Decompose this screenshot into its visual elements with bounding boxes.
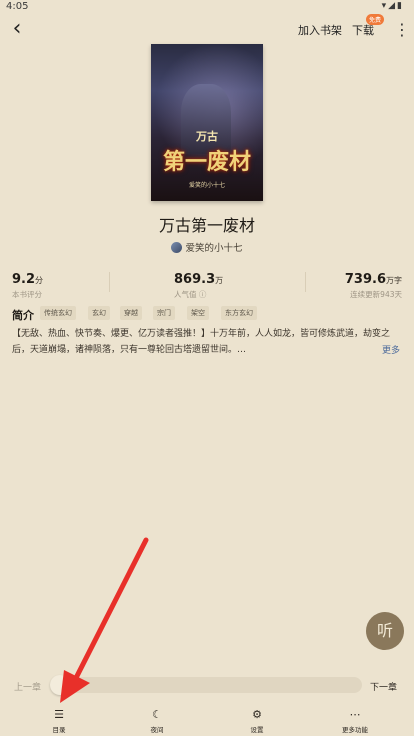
author-name: 爱笑的小十七: [185, 243, 243, 254]
listen-button[interactable]: 听: [366, 612, 404, 650]
genre-tag[interactable]: 东方玄幻: [221, 306, 257, 320]
nav-more[interactable]: ⋯ 更多功能: [330, 708, 380, 734]
moon-icon: ☾: [152, 708, 162, 721]
free-badge: 免费: [366, 14, 385, 25]
intro-more-link[interactable]: 更多: [382, 343, 400, 356]
author-row[interactable]: 爱笑的小十七: [0, 240, 414, 254]
slider-thumb[interactable]: [50, 675, 70, 695]
nav-more-label: 更多功能: [342, 726, 368, 734]
nav-settings[interactable]: ⚙ 设置: [232, 708, 282, 734]
wordcount-value: 739.6: [344, 272, 386, 287]
rating-unit: 分: [35, 276, 44, 285]
popularity-stat[interactable]: 869.3万 人气值 ⓘ: [174, 268, 244, 300]
nav-night-mode[interactable]: ☾ 夜间: [132, 708, 182, 734]
wordcount-unit: 万字: [386, 276, 402, 285]
nav-catalog[interactable]: ☰ 目录: [34, 708, 84, 734]
genre-tag[interactable]: 宗门: [153, 306, 175, 320]
prev-chapter-button[interactable]: 上一章: [14, 680, 41, 693]
author-avatar: [171, 242, 183, 253]
popularity-label: 人气值 ⓘ: [174, 290, 207, 299]
cover-title-line1: 万古: [196, 130, 218, 143]
stat-divider: [305, 272, 306, 292]
more-menu-icon[interactable]: ⋮: [394, 20, 410, 40]
chapter-progress-slider[interactable]: [50, 677, 362, 693]
rating-value: 9.2: [12, 272, 36, 287]
popularity-unit: 万: [215, 276, 224, 285]
nav-settings-label: 设置: [250, 726, 264, 734]
nav-night-label: 夜间: [150, 726, 164, 734]
genre-tag[interactable]: 穿越: [120, 306, 142, 320]
status-bar: 4:05 ▾◢▮: [0, 0, 414, 14]
update-label: 连续更新943天: [350, 290, 402, 299]
more-circle-icon: ⋯: [349, 708, 361, 721]
back-button[interactable]: ‹: [6, 18, 28, 42]
status-icons: ▾◢▮: [381, 1, 404, 11]
genre-tag[interactable]: 玄幻: [88, 306, 110, 320]
intro-text[interactable]: 【无敌、热血、快节奏、爆更、亿万读者强推！】十万年前，人人如龙，皆可修炼武道，劫…: [12, 326, 396, 358]
gear-icon: ⚙: [252, 708, 262, 721]
chevron-left-icon: ‹: [12, 16, 22, 41]
nav-catalog-label: 目录: [52, 726, 66, 734]
genre-tag[interactable]: 架空: [187, 306, 209, 320]
status-time: 4:05: [6, 1, 29, 12]
wordcount-stat: 739.6万字 连续更新943天: [318, 268, 402, 300]
rating-stat: 9.2分 本书评分: [12, 268, 43, 300]
popularity-value: 869.3: [174, 272, 216, 287]
arrow-shaft: [74, 537, 149, 679]
cover-title-line2: 第一废材: [162, 149, 251, 175]
intro-heading: 简介: [12, 309, 34, 322]
list-icon: ☰: [54, 708, 64, 721]
next-chapter-button[interactable]: 下一章: [370, 680, 397, 693]
rating-label: 本书评分: [12, 290, 42, 299]
genre-tag[interactable]: 传统玄幻: [40, 306, 76, 320]
download-label: 下载: [352, 24, 374, 37]
book-title: 万古第一废材: [158, 216, 255, 235]
stat-divider: [109, 272, 110, 292]
add-to-shelf-button[interactable]: 加入书架: [298, 22, 342, 38]
book-cover[interactable]: 万古 第一废材 爱笑的小十七: [151, 44, 263, 201]
cover-author: 爱笑的小十七: [188, 182, 225, 189]
